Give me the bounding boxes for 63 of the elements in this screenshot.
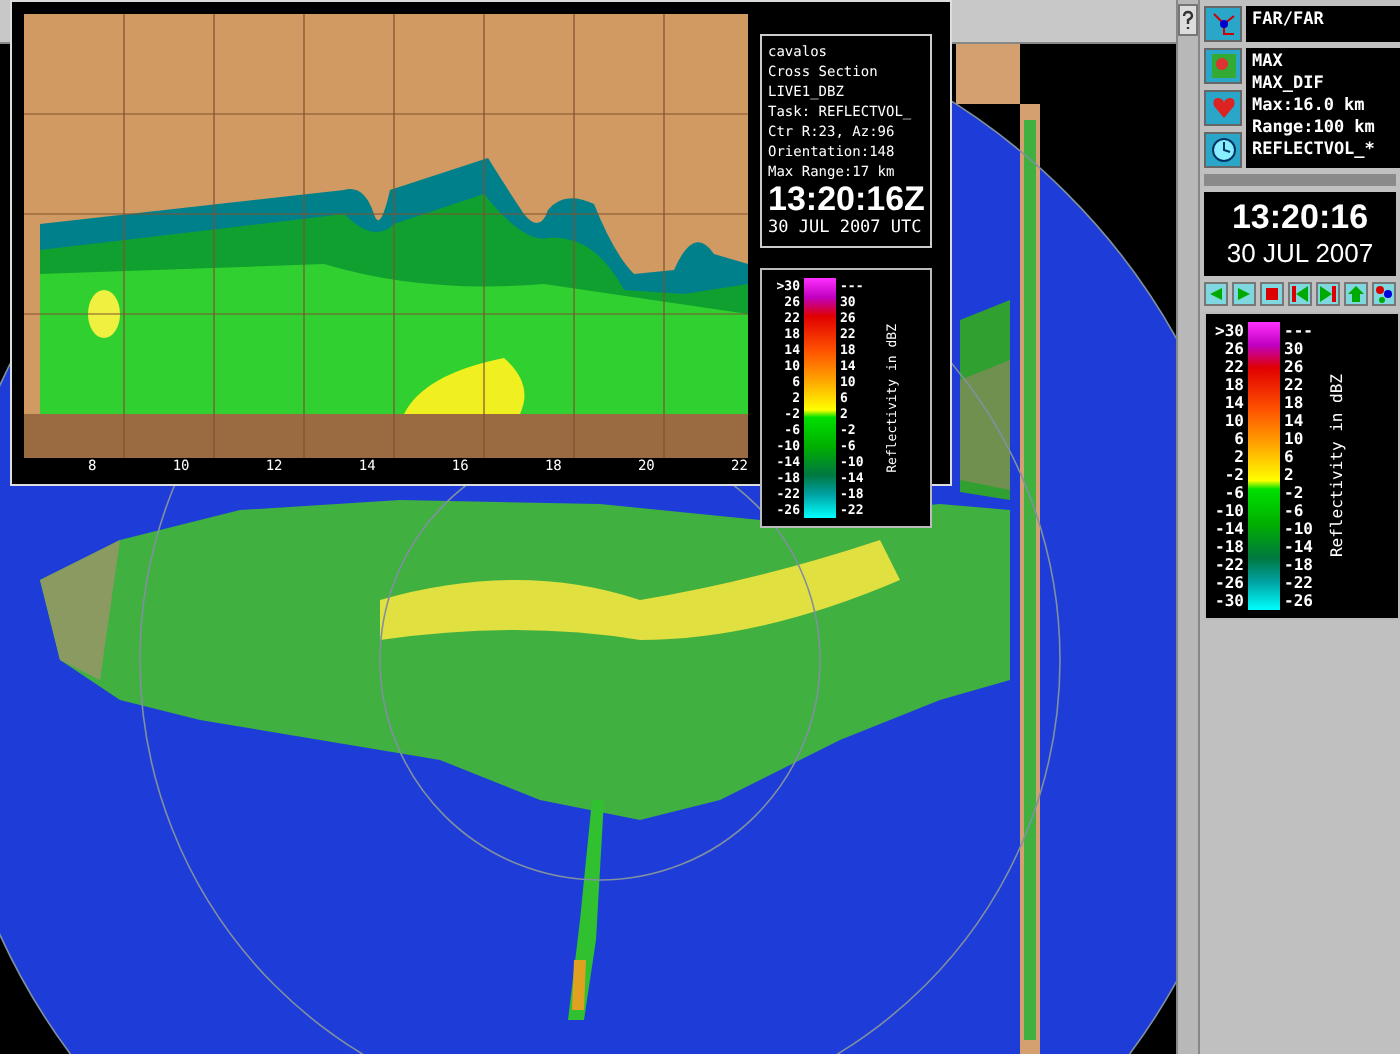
radar-image-icon[interactable] — [1204, 48, 1242, 84]
legend-label: -6 — [1284, 502, 1306, 520]
legend-label: -30 — [1213, 592, 1244, 610]
legend-label: -14 — [1213, 520, 1244, 538]
map-edge-strip — [956, 44, 1020, 104]
legend-label: -6 — [1222, 484, 1244, 502]
stop-icon — [1262, 284, 1282, 304]
help-button[interactable] — [1178, 4, 1198, 36]
forward-button[interactable] — [1232, 282, 1256, 306]
network-icon[interactable] — [1204, 6, 1242, 42]
legend-label: -10 — [1213, 502, 1244, 520]
legend-label: 22 — [1222, 358, 1244, 376]
time-label: 13:20:16Z — [768, 182, 924, 218]
legend-label: -10 — [1284, 520, 1315, 538]
clock-icon[interactable] — [1204, 132, 1242, 168]
product-info-line: Max:16.0 km — [1252, 96, 1367, 118]
date-label: 30 JUL 2007 UTC — [768, 218, 922, 240]
product-info-line: MAX_DIF — [1252, 74, 1326, 96]
first-button[interactable] — [1288, 282, 1312, 306]
legend-label: 18 — [1222, 376, 1244, 394]
legend-label: 14 — [1222, 394, 1244, 412]
legend-label: -18 — [1284, 556, 1315, 574]
legend-label: 26 — [1222, 340, 1244, 358]
legend-label: 22 — [1284, 376, 1306, 394]
product-info-line: Range:100 km — [1252, 118, 1377, 140]
product-info-line: REFLECTVOL_* — [1252, 140, 1377, 162]
palette-button[interactable] — [1372, 282, 1396, 306]
legend-label: -22 — [1284, 574, 1315, 592]
up-icon — [1346, 284, 1366, 304]
legend-title: Reflectivity in dBZ — [1328, 374, 1346, 558]
legend-label: -26 — [1213, 574, 1244, 592]
legend-label: --- — [1284, 322, 1315, 340]
legend-label: 6 — [1232, 430, 1244, 448]
forward-icon — [1234, 284, 1254, 304]
legend-label: -26 — [1284, 592, 1315, 610]
up-button[interactable] — [1344, 282, 1368, 306]
back-icon — [1206, 284, 1226, 304]
legend-label: -2 — [1284, 484, 1306, 502]
product-info-line: MAX — [1252, 52, 1285, 74]
legend-label: 10 — [1222, 412, 1244, 430]
legend-label: -18 — [1213, 538, 1244, 556]
legend-label: 14 — [1284, 412, 1306, 430]
legend-label: -22 — [1213, 556, 1244, 574]
legend-label: -14 — [1284, 538, 1315, 556]
legend-label: 10 — [1284, 430, 1306, 448]
time-label: 13:20:16 — [1231, 198, 1369, 238]
last-button[interactable] — [1316, 282, 1340, 306]
echo-peak — [404, 358, 525, 414]
echo-peak — [88, 290, 120, 338]
legend-label: 26 — [1284, 358, 1306, 376]
legend-label: >30 — [1213, 322, 1244, 340]
date-label: 30 JUL 2007 — [1226, 238, 1374, 270]
legend-label: 30 — [1284, 340, 1306, 358]
stop-button[interactable] — [1260, 282, 1284, 306]
legend-label: 6 — [1284, 448, 1296, 466]
site-label: FAR/FAR — [1246, 6, 1400, 42]
legend-label: 2 — [1284, 466, 1296, 484]
last-icon — [1318, 284, 1338, 304]
legend-label: -2 — [1222, 466, 1244, 484]
first-icon — [1290, 284, 1310, 304]
legend-label: 2 — [1232, 448, 1244, 466]
legend-label: 18 — [1284, 394, 1306, 412]
back-button[interactable] — [1204, 282, 1228, 306]
